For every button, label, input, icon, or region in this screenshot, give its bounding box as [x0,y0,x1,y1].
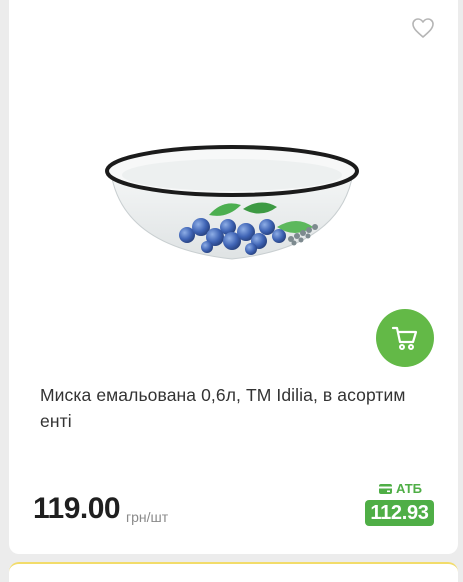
cart-icon [391,326,418,350]
loyalty-label-text: АТБ [396,481,423,496]
wishlist-button[interactable] [411,17,435,39]
next-product-card[interactable] [9,562,458,582]
product-image[interactable] [101,135,363,275]
loyalty-price: 112.93 [365,500,434,526]
product-card[interactable]: Миска емальована 0,6л, ТМ Idilia, в асор… [9,0,458,554]
product-title[interactable]: Миска емальована 0,6л, ТМ Idilia, в асор… [40,382,434,434]
card-icon [379,483,392,494]
loyalty-label: АТБ [378,481,422,496]
heart-outline-icon [412,18,434,38]
price-unit: грн/шт [126,509,169,525]
product-price: 119.00 [33,492,121,525]
add-to-cart-button[interactable] [376,309,434,367]
